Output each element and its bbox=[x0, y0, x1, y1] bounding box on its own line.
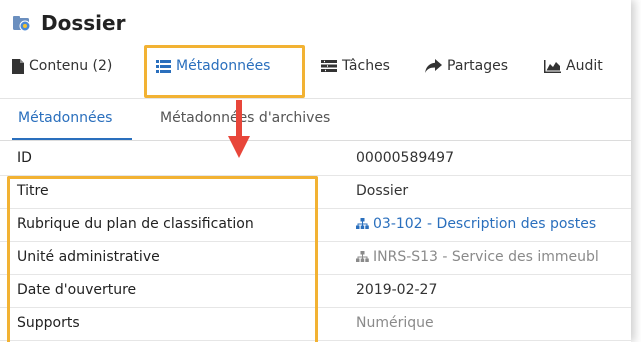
field-value: Dossier bbox=[356, 183, 409, 199]
area-chart-icon bbox=[544, 59, 561, 73]
tasks-icon bbox=[321, 60, 337, 72]
arrow-down-icon bbox=[228, 100, 250, 158]
share-arrow-icon bbox=[425, 59, 442, 73]
tab-label: Tâches bbox=[342, 58, 390, 74]
app-window: Dossier Contenu (2) Métadonnées Tâches P… bbox=[0, 0, 631, 342]
folder-icon bbox=[12, 13, 32, 33]
field-value: 00000589497 bbox=[356, 150, 454, 166]
field-value: INRS-S13 - Service des immeubl bbox=[356, 249, 599, 265]
highlight-box-tab bbox=[144, 45, 305, 98]
page-title: Dossier bbox=[41, 11, 126, 35]
field-label: ID bbox=[17, 150, 32, 166]
divider bbox=[0, 98, 631, 99]
primary-tabs: Contenu (2) Métadonnées Tâches Partages … bbox=[12, 52, 603, 80]
table-row: ID 00000589497 bbox=[0, 142, 631, 176]
hierarchy-icon bbox=[356, 218, 369, 230]
hierarchy-icon bbox=[356, 251, 369, 263]
field-value-link[interactable]: 03-102 - Description des postes bbox=[356, 216, 596, 232]
subtab-metadonnees[interactable]: Métadonnées bbox=[18, 110, 112, 126]
tab-label: Audit bbox=[566, 58, 603, 74]
page-header: Dossier bbox=[12, 6, 125, 40]
highlight-box-labels bbox=[7, 176, 318, 342]
field-value: 2019-02-27 bbox=[356, 282, 438, 298]
tab-partages[interactable]: Partages bbox=[425, 58, 508, 74]
document-icon bbox=[12, 58, 24, 74]
field-value: Numérique bbox=[356, 315, 434, 331]
divider bbox=[0, 140, 631, 141]
tab-audit[interactable]: Audit bbox=[544, 58, 603, 74]
tab-label: Contenu (2) bbox=[29, 58, 113, 74]
tab-contenu[interactable]: Contenu (2) bbox=[12, 58, 112, 74]
tab-label: Partages bbox=[447, 58, 509, 74]
tab-taches[interactable]: Tâches bbox=[321, 58, 390, 74]
